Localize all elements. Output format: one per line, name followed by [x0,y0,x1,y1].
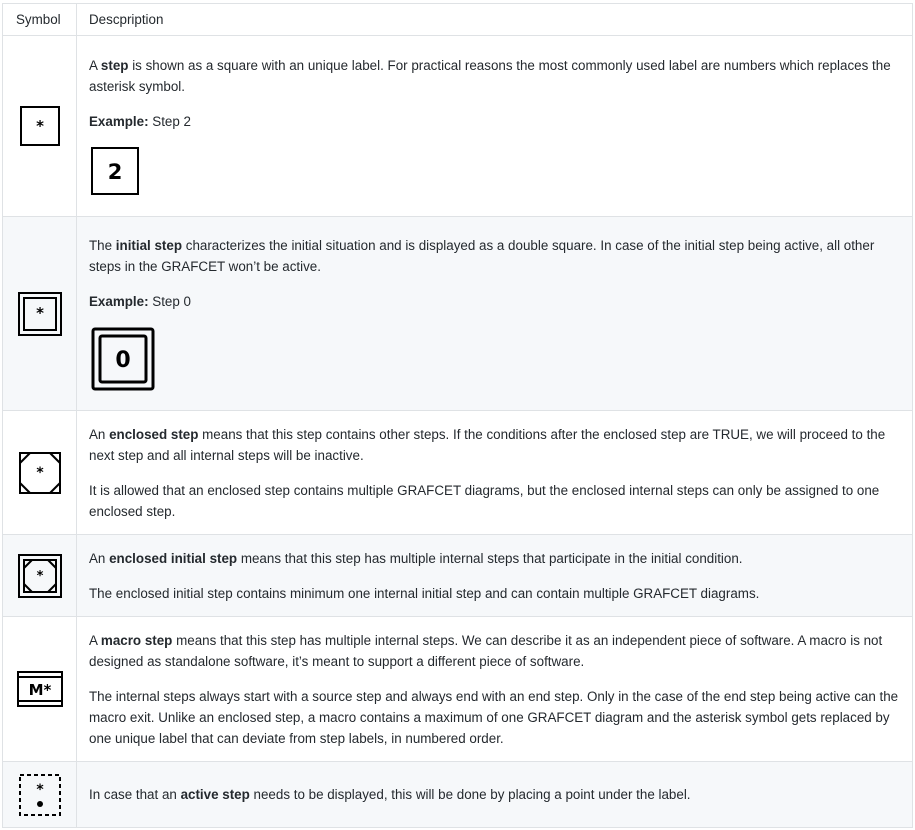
text: In case that an [89,787,181,802]
active-step-icon: * [18,773,61,816]
description-column-header: Descpription [76,3,913,36]
term: initial step [115,237,183,253]
term: active step [180,787,250,802]
enclosed-initial-step-icon: * [17,553,62,598]
grafcet-symbol-table: Symbol Descpription * A step is shown as… [2,3,913,828]
text: A [89,58,101,73]
macro-step-symbol-label: M* [28,681,51,699]
text: An [89,426,110,442]
term: step [100,58,129,73]
table-row: * A step is shown as a square with an un… [2,35,913,217]
example-step-label: 2 [108,160,123,184]
text: means that this step has multiple intern… [89,632,883,669]
example-figure: 0 [89,325,900,393]
text: The [89,237,116,253]
active-step-symbol-label: * [36,782,44,798]
enclosed-initial-step-symbol-label: * [36,569,43,584]
symbol-cell: * [2,35,77,217]
initial-step-symbol-label: * [36,304,44,322]
description-paragraph: In case that an active step needs to be … [89,784,900,805]
example-text: Step 2 [148,114,191,129]
description-paragraph: It is allowed that an enclosed step cont… [89,482,880,519]
example-text: Step 0 [148,293,191,309]
term: enclosed step [109,426,199,442]
macro-step-icon: M* [16,671,63,707]
symbol-column-header: Symbol [2,3,77,36]
example-label: Example: [89,293,149,309]
step-icon: * [19,106,60,146]
symbol-cell: * [2,216,77,411]
description-cell: A macro step means that this step has mu… [76,616,913,762]
description-cell: In case that an active step needs to be … [76,761,913,828]
example-label: Example: [89,114,149,129]
description-paragraph: An enclosed step means that this step co… [89,424,900,466]
table-row: * An enclosed step means that this step … [2,410,913,535]
text: is shown as a square with an unique labe… [89,58,891,94]
example-figure: 2 [89,145,900,197]
description-paragraph: A macro step means that this step has mu… [89,630,900,672]
description-paragraph: The initial step characterizes the initi… [89,235,900,277]
description-paragraph: A step is shown as a square with an uniq… [89,55,900,97]
description-cell: A step is shown as a square with an uniq… [76,35,913,217]
initial-step-icon: * [17,291,62,336]
step-symbol-label: * [36,117,44,135]
symbol-cell: * [2,410,77,535]
description-cell: An enclosed initial step means that this… [76,534,913,617]
example-line: Example: Step 2 [89,111,900,132]
symbol-cell: M* [2,616,77,762]
text: needs to be displayed, this will be done… [249,787,691,802]
term: macro step [100,632,173,648]
description-cell: An enclosed step means that this step co… [76,410,913,535]
table-row: M* A macro step means that this step has… [2,616,913,762]
description-paragraph: The internal steps always start with a s… [89,688,899,746]
example-line: Example: Step 0 [89,291,900,312]
table-row: * In case that an active step needs to b… [2,761,913,828]
example-initial-step-label: 0 [115,348,130,373]
symbol-cell: * [2,534,77,617]
header-row: Symbol Descpription [2,3,913,36]
symbol-cell: * [2,761,77,828]
description-cell: The initial step characterizes the initi… [76,216,913,411]
text: means that this step contains other step… [89,426,886,463]
step-2-icon: 2 [91,147,139,195]
table-row: * The initial step characterizes the ini… [2,216,913,411]
text: A [89,632,101,648]
description-paragraph: The enclosed initial step contains minim… [89,585,760,601]
initial-step-0-icon: 0 [91,327,155,390]
active-point-icon [36,800,43,807]
text: An [89,550,110,566]
text: characterizes the initial situation and … [89,237,875,274]
text: means that this step has multiple intern… [237,550,743,566]
table-row: * An enclosed initial step means that th… [2,534,913,617]
description-paragraph: An enclosed initial step means that this… [89,548,900,569]
enclosed-step-icon: * [18,451,61,494]
enclosed-step-symbol-label: * [36,465,44,481]
term: enclosed initial step [109,550,238,566]
